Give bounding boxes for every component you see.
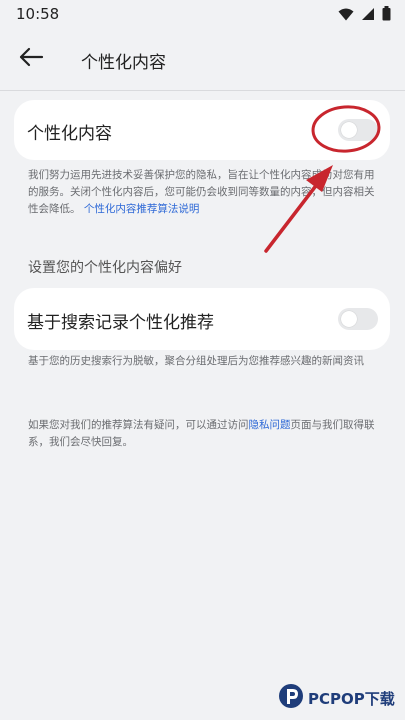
personalized-content-label: 个性化内容 <box>27 124 112 144</box>
privacy-issue-link[interactable]: 隐私问题 <box>249 419 291 431</box>
watermark: PCPOP下载 <box>278 683 395 713</box>
pcpop-logo-icon <box>278 683 304 713</box>
status-time: 10:58 <box>16 5 60 23</box>
algorithm-explanation-link[interactable]: 个性化内容推荐算法说明 <box>84 203 200 215</box>
status-icons <box>338 6 391 25</box>
signal-icon <box>361 6 375 25</box>
arrow-left-icon <box>18 47 44 71</box>
watermark-text: PCPOP下载 <box>308 689 395 708</box>
personalized-content-description: 我们努力运用先进技术妥善保护您的隐私，旨在让个性化内容成为对您有用的服务。关闭个… <box>28 167 380 218</box>
toggle-knob <box>341 311 357 327</box>
page-title: 个性化内容 <box>81 53 166 73</box>
toggle-knob <box>341 122 357 138</box>
contact-description: 如果您对我们的推荐算法有疑问，可以通过访问隐私问题页面与我们取得联系，我们会尽快… <box>28 417 380 451</box>
top-app-bar: 个性化内容 <box>0 38 405 82</box>
header-divider <box>0 90 405 91</box>
back-button[interactable] <box>14 44 48 74</box>
contact-text-before: 如果您对我们的推荐算法有疑问，可以通过访问 <box>28 419 249 431</box>
personalized-content-toggle[interactable] <box>338 119 378 141</box>
search-history-label: 基于搜索记录个性化推荐 <box>27 313 214 333</box>
section-title: 设置您的个性化内容偏好 <box>28 260 182 276</box>
search-history-card: 基于搜索记录个性化推荐 <box>14 288 390 350</box>
battery-icon <box>382 6 391 25</box>
personalized-desc-text: 我们努力运用先进技术妥善保护您的隐私，旨在让个性化内容成为对您有用的服务。关闭个… <box>28 169 375 215</box>
status-bar: 10:58 <box>0 0 405 30</box>
search-history-description: 基于您的历史搜索行为脱敏，聚合分组处理后为您推荐感兴趣的新闻资讯 <box>28 355 364 367</box>
search-history-toggle[interactable] <box>338 308 378 330</box>
personalized-content-card: 个性化内容 <box>14 100 390 160</box>
wifi-icon <box>338 6 354 25</box>
